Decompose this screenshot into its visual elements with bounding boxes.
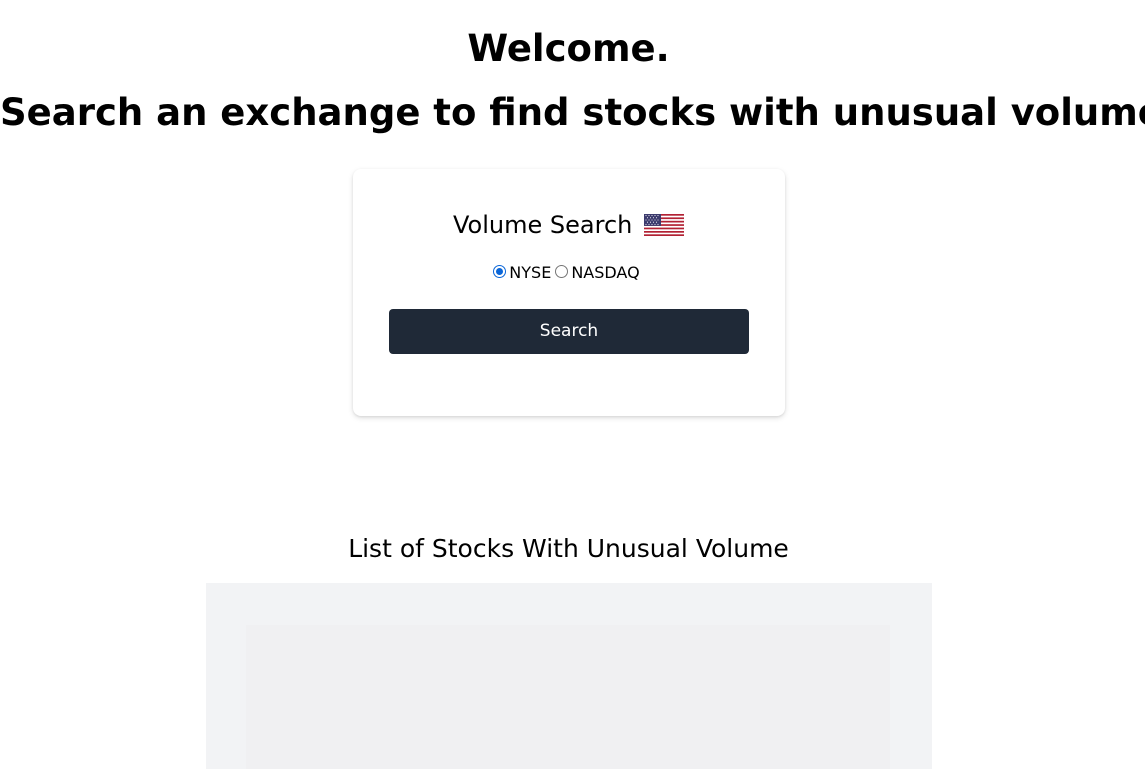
- us-flag-icon: [643, 214, 684, 236]
- stocks-list-container: [246, 625, 890, 769]
- nasdaq-radio[interactable]: [555, 265, 569, 278]
- nyse-label[interactable]: NYSE: [509, 261, 551, 285]
- search-button[interactable]: Search: [389, 309, 749, 354]
- nasdaq-label[interactable]: NASDAQ: [571, 261, 639, 285]
- volume-search-card: [353, 169, 785, 416]
- welcome-heading: Welcome.: [467, 27, 670, 70]
- card-title: Volume Search: [0, 208, 1137, 241]
- volume-search-title: Volume Search: [453, 211, 633, 239]
- subtitle-heading: Search an exchange to find stocks with u…: [0, 91, 1145, 134]
- stocks-list-panel: [206, 583, 932, 769]
- nyse-radio[interactable]: [493, 265, 507, 278]
- page: Welcome. Search an exchange to find stoc…: [0, 0, 1145, 769]
- exchange-radio-group: NYSE NASDAQ: [0, 260, 1137, 285]
- stocks-list-title: List of Stocks With Unusual Volume: [348, 534, 789, 563]
